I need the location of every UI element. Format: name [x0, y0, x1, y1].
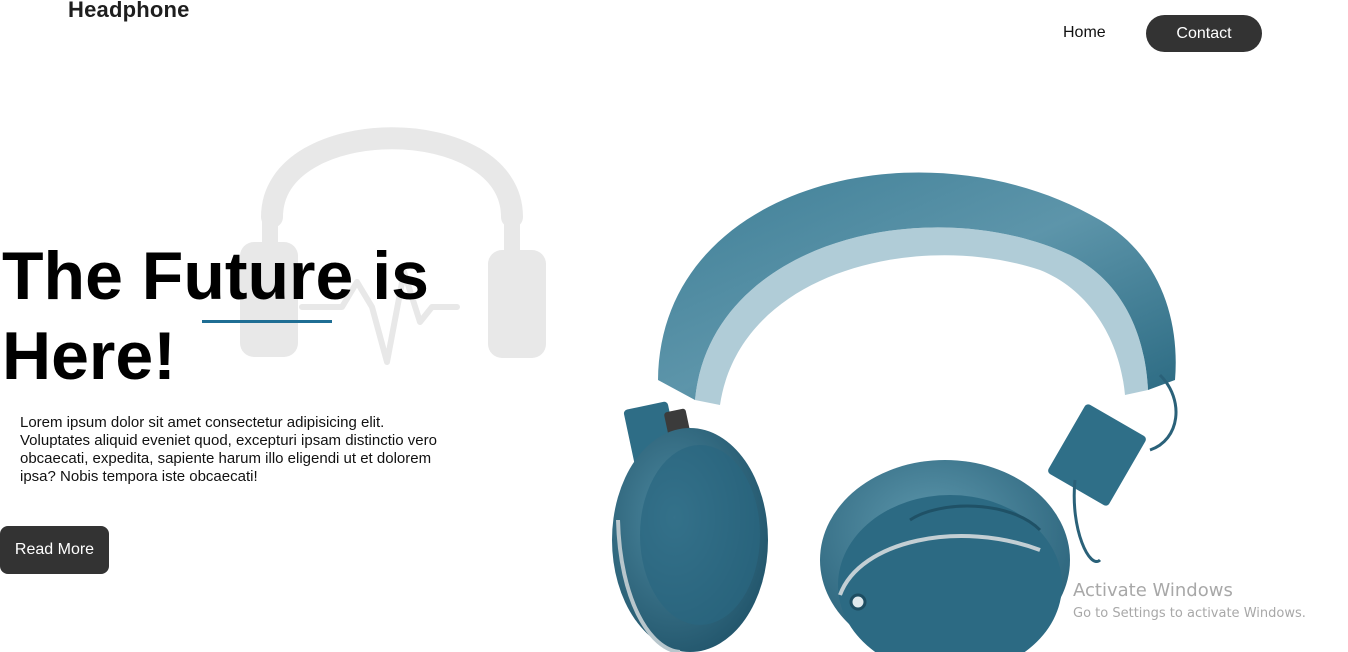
title-accent-underline	[202, 320, 332, 323]
hero-title-line2: Here!	[2, 318, 176, 394]
page: Headphone Home Contact The Future is Her…	[0, 0, 1348, 652]
activate-windows-watermark: Activate Windows Go to Settings to activ…	[1073, 580, 1306, 624]
activate-windows-title: Activate Windows	[1073, 580, 1233, 601]
headphones-product-image	[612, 172, 1178, 652]
nav-home-link[interactable]: Home	[1063, 24, 1106, 42]
brand-logo-text[interactable]: Headphone	[68, 0, 190, 23]
hero-title: The Future is Here!	[2, 236, 472, 396]
nav-contact-button[interactable]: Contact	[1146, 15, 1262, 52]
read-more-button[interactable]: Read More	[0, 526, 109, 574]
hero-title-line1: The Future is	[2, 238, 429, 314]
activate-windows-subtitle: Go to Settings to activate Windows.	[1073, 606, 1306, 621]
hero-description: Lorem ipsum dolor sit amet consectetur a…	[20, 414, 437, 485]
